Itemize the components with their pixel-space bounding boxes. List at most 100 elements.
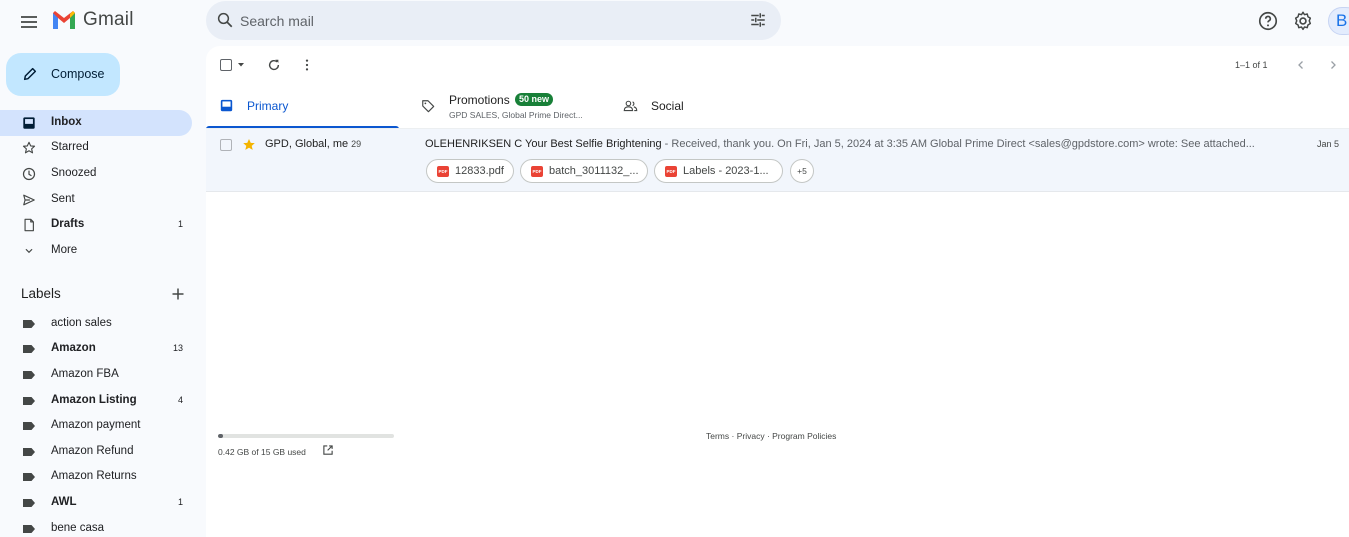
label-item[interactable]: Amazon Refund — [0, 440, 192, 465]
label-item[interactable]: Amazon FBA — [0, 363, 192, 388]
add-label-icon[interactable] — [170, 286, 186, 302]
search-icon[interactable] — [216, 11, 234, 29]
sidebar-item-label: Drafts — [51, 218, 85, 230]
label-name: Amazon FBA — [51, 368, 119, 380]
chevron-right-icon[interactable] — [1327, 59, 1339, 71]
app-name: Gmail — [83, 9, 134, 30]
label-name: Amazon Returns — [51, 470, 137, 482]
terms-link[interactable]: Terms — [706, 431, 729, 441]
tab-label: Promotions — [449, 93, 510, 107]
more-options-icon[interactable] — [300, 58, 314, 72]
email-select-checkbox[interactable] — [220, 139, 232, 151]
tab-label: Social — [651, 99, 684, 113]
email-date: Jan 5 — [1317, 139, 1340, 149]
main-panel: 1–1 of 1 Primary Promotions 50 new GPD S… — [206, 46, 1349, 537]
tab-promotions[interactable]: Promotions 50 new GPD SALES, Global Prim… — [414, 84, 614, 129]
help-icon[interactable] — [1257, 10, 1279, 32]
footer-links: Terms · Privacy · Program Policies — [706, 431, 836, 441]
people-icon — [623, 100, 638, 112]
label-count: 13 — [172, 343, 183, 353]
sidebar-item-label: Inbox — [51, 116, 82, 128]
settings-gear-icon[interactable] — [1292, 10, 1314, 32]
tab-primary[interactable]: Primary — [206, 84, 399, 129]
sidebar-item-sent[interactable]: Sent — [0, 187, 192, 213]
gmail-logo[interactable]: Gmail — [51, 9, 134, 31]
label-item[interactable]: AWL 1 — [0, 491, 192, 516]
pdf-icon: PDF — [531, 166, 543, 177]
label-item[interactable]: action sales — [0, 312, 192, 337]
email-sender: GPD, Global, me 29 — [265, 138, 361, 150]
label-tag-icon — [23, 371, 35, 379]
attachment-chip[interactable]: PDF 12833.pdf — [426, 159, 514, 183]
sidebar-item-more[interactable]: More — [0, 238, 192, 264]
compose-button[interactable]: Compose — [6, 53, 120, 96]
label-item[interactable]: Amazon payment — [0, 414, 192, 439]
pagination-range: 1–1 of 1 — [1235, 60, 1268, 70]
attachment-chip[interactable]: PDF batch_3011132_... — [520, 159, 648, 183]
sender-names: GPD, Global, me — [265, 138, 349, 150]
label-name: Amazon payment — [51, 419, 141, 431]
attachment-name: 12833.pdf — [455, 165, 504, 177]
search-options-icon[interactable] — [749, 11, 767, 29]
email-snippet: - Received, thank you. On Fri, Jan 5, 20… — [661, 138, 1255, 150]
footer-separator: · — [764, 431, 773, 441]
pdf-icon: PDF — [437, 166, 449, 177]
tab-social[interactable]: Social — [616, 84, 806, 129]
search-input[interactable] — [240, 1, 740, 40]
footer-separator: · — [729, 431, 737, 441]
attachment-name: Labels - 2023-1... — [683, 165, 769, 177]
select-all-checkbox[interactable] — [220, 59, 232, 71]
label-tag-icon — [23, 525, 35, 533]
sidebar-item-starred[interactable]: Starred — [0, 135, 192, 161]
chevron-down-icon — [25, 248, 33, 254]
account-avatar[interactable]: B — [1328, 7, 1349, 35]
label-item[interactable]: Amazon 13 — [0, 337, 192, 362]
label-item[interactable]: Amazon Returns — [0, 465, 192, 490]
email-row[interactable]: GPD, Global, me 29 OLEHENRIKSEN C Your Be… — [206, 129, 1349, 192]
tag-icon — [422, 100, 435, 113]
open-external-icon[interactable] — [322, 444, 334, 456]
chevron-left-icon[interactable] — [1295, 59, 1307, 71]
label-name: AWL — [51, 496, 77, 508]
sidebar-item-label: More — [51, 244, 78, 256]
label-tag-icon — [23, 473, 35, 481]
refresh-icon[interactable] — [267, 58, 281, 72]
label-name: Amazon — [51, 342, 96, 354]
sidebar-item-label: Sent — [51, 193, 75, 205]
label-name: Amazon Listing — [51, 394, 137, 406]
draft-icon — [24, 218, 34, 232]
clock-icon — [22, 167, 36, 181]
sidebar-item-drafts[interactable]: Drafts 1 — [0, 212, 192, 238]
label-tag-icon — [23, 320, 35, 328]
label-tag-icon — [23, 448, 35, 456]
label-item[interactable]: Amazon Listing 4 — [0, 389, 192, 414]
tab-senders-preview: GPD SALES, Global Prime Direct... — [449, 110, 583, 120]
sidebar-item-count: 1 — [177, 219, 183, 229]
label-name: Amazon Refund — [51, 445, 134, 457]
label-name: bene casa — [51, 522, 105, 534]
main-menu-button[interactable] — [17, 10, 41, 34]
pdf-icon: PDF — [665, 166, 677, 177]
more-attachments-chip[interactable]: +5 — [790, 159, 814, 183]
select-caret-icon[interactable] — [237, 61, 245, 69]
attachment-name: batch_3011132_... — [549, 165, 639, 177]
attachment-chip[interactable]: PDF Labels - 2023-1... — [654, 159, 783, 183]
star-icon[interactable] — [242, 138, 256, 152]
sidebar-item-inbox[interactable]: Inbox — [0, 110, 192, 136]
email-subject-line: OLEHENRIKSEN C Your Best Selfie Brighten… — [425, 138, 1270, 150]
labels-heading: Labels — [21, 286, 61, 301]
label-tag-icon — [23, 499, 35, 507]
label-item[interactable]: bene casa — [0, 517, 192, 537]
storage-bar — [218, 434, 394, 438]
gmail-m-icon — [53, 11, 75, 29]
send-icon — [23, 194, 35, 206]
email-subject: OLEHENRIKSEN C Your Best Selfie Brighten… — [425, 138, 662, 150]
tab-label: Primary — [247, 99, 289, 113]
hamburger-icon — [21, 16, 37, 28]
pencil-icon — [23, 67, 37, 81]
program-policies-link[interactable]: Program Policies — [772, 431, 836, 441]
inbox-icon — [23, 117, 35, 129]
privacy-link[interactable]: Privacy — [737, 431, 765, 441]
sidebar-item-snoozed[interactable]: Snoozed — [0, 161, 192, 187]
thread-count: 29 — [351, 139, 362, 149]
